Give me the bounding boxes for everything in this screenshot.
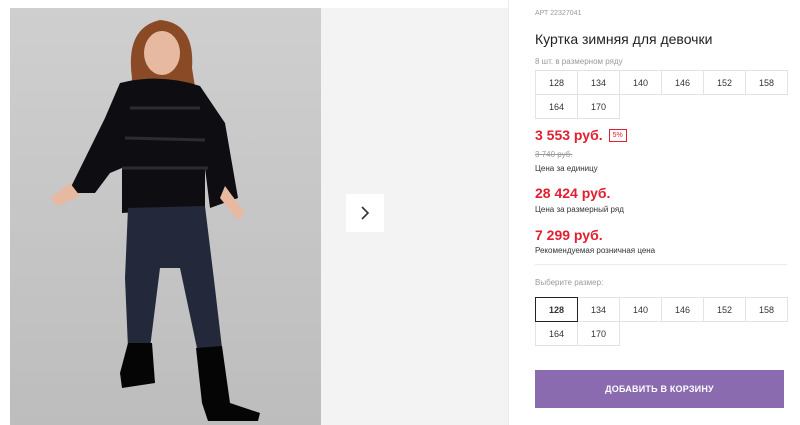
- size-range-item: 134: [577, 70, 620, 95]
- recommended-retail-price: 7 299 руб.: [535, 227, 603, 243]
- column-divider: [508, 0, 509, 425]
- size-option-140[interactable]: 140: [619, 297, 662, 322]
- unit-price: 3 553 руб.: [535, 127, 603, 143]
- discount-badge: 5%: [608, 128, 627, 142]
- size-range-item: 158: [745, 70, 788, 95]
- product-gallery: [0, 0, 510, 425]
- choose-size-label: Выберите размер:: [535, 278, 604, 287]
- size-range-grid: 128 134 140 146 152 158 164 170: [535, 70, 788, 119]
- sizes-in-range-note: 8 шт. в размерном ряду: [535, 57, 623, 66]
- set-price-label: Цена за размерный ряд: [535, 205, 624, 214]
- size-range-item: 164: [535, 94, 578, 119]
- product-title: Куртка зимняя для девочки: [535, 31, 713, 47]
- gallery-next-button[interactable]: [346, 194, 384, 232]
- product-photo[interactable]: [10, 8, 321, 425]
- size-range-item: 170: [577, 94, 620, 119]
- size-option-152[interactable]: 152: [703, 297, 746, 322]
- size-option-146[interactable]: 146: [661, 297, 704, 322]
- recommended-retail-price-label: Рекомендуемая розничная цена: [535, 246, 656, 255]
- size-range-item: 146: [661, 70, 704, 95]
- size-option-170[interactable]: 170: [577, 321, 620, 346]
- price-row: 3 553 руб. 5%: [535, 127, 627, 143]
- product-photo-image: [10, 8, 321, 425]
- section-divider: [535, 264, 787, 265]
- size-option-164[interactable]: 164: [535, 321, 578, 346]
- article-number: АРТ 22327041: [535, 10, 582, 17]
- set-price: 28 424 руб.: [535, 185, 611, 201]
- unit-price-label: Цена за единицу: [535, 164, 598, 173]
- add-to-cart-button[interactable]: ДОБАВИТЬ В КОРЗИНУ: [535, 370, 784, 408]
- size-range-item: 140: [619, 70, 662, 95]
- size-option-158[interactable]: 158: [745, 297, 788, 322]
- size-selector: 128 134 140 146 152 158 164 170: [535, 297, 788, 346]
- chevron-right-icon: [361, 206, 370, 220]
- size-range-item: 128: [535, 70, 578, 95]
- size-option-128[interactable]: 128: [535, 297, 578, 322]
- size-range-item: 152: [703, 70, 746, 95]
- old-price: 3 740 руб.: [535, 150, 573, 159]
- size-option-134[interactable]: 134: [577, 297, 620, 322]
